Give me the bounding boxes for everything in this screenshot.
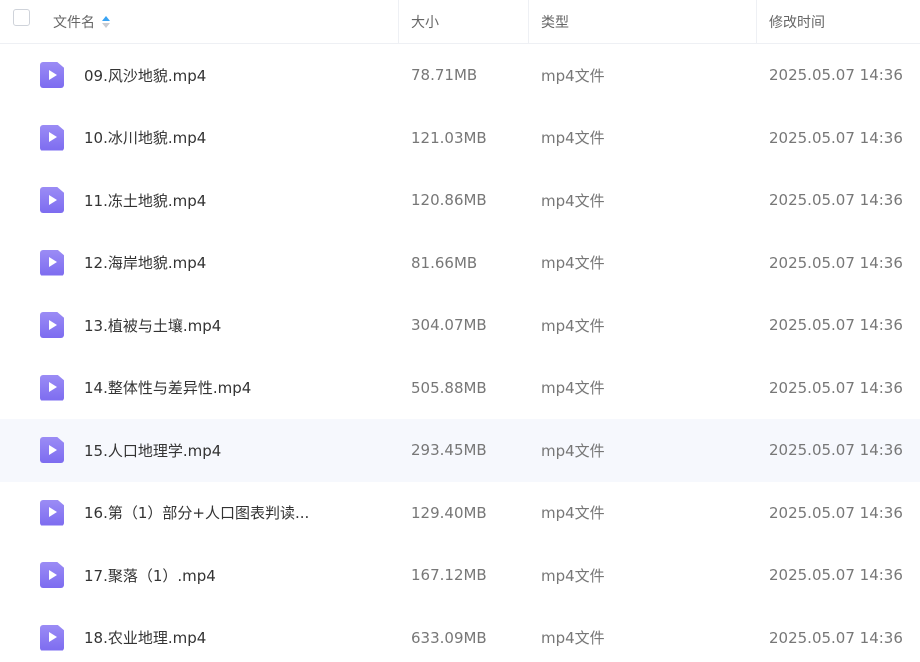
file-name[interactable]: 18.农业地理.mp4: [84, 607, 206, 662]
column-name-label: 文件名: [53, 14, 95, 31]
column-modified-label: 修改时间: [769, 14, 825, 31]
file-type: mp4文件: [541, 504, 605, 523]
file-name[interactable]: 12.海岸地貌.mp4: [84, 232, 206, 295]
file-modified: 2025.05.07 14:36: [769, 566, 903, 585]
file-modified: 2025.05.07 14:36: [769, 316, 903, 335]
table-row[interactable]: 14.整体性与差异性.mp4 505.88MB mp4文件 2025.05.07…: [0, 357, 920, 420]
file-rows: 09.风沙地貌.mp4 78.71MB mp4文件 2025.05.07 14:…: [0, 44, 920, 662]
video-file-icon: [40, 124, 64, 151]
file-name[interactable]: 14.整体性与差异性.mp4: [84, 357, 251, 420]
file-modified: 2025.05.07 14:36: [769, 253, 903, 272]
file-type: mp4文件: [541, 316, 605, 335]
video-file-icon: [40, 437, 64, 463]
table-row[interactable]: 10.冰川地貌.mp4 121.03MB mp4文件 2025.05.07 14…: [0, 107, 920, 170]
file-size: 129.40MB: [411, 503, 487, 522]
column-size-label: 大小: [411, 14, 439, 31]
column-divider[interactable]: [398, 0, 399, 43]
file-type: mp4文件: [541, 254, 605, 273]
file-size: 505.88MB: [411, 378, 487, 397]
column-header-size[interactable]: 大小: [411, 0, 439, 43]
video-file-icon: [40, 62, 64, 88]
column-header-modified[interactable]: 修改时间: [769, 0, 825, 43]
column-header-name[interactable]: 文件名: [53, 0, 110, 43]
video-file-icon: [40, 624, 64, 651]
column-header-type[interactable]: 类型: [541, 0, 569, 43]
file-size: 81.66MB: [411, 253, 478, 272]
column-divider[interactable]: [756, 0, 757, 43]
file-name[interactable]: 09.风沙地貌.mp4: [84, 44, 206, 107]
file-name[interactable]: 11.冻土地貌.mp4: [84, 169, 206, 232]
column-type-label: 类型: [541, 14, 569, 31]
table-header: 文件名 大小 类型 修改时间: [0, 0, 920, 44]
file-list-table: 文件名 大小 类型 修改时间 09.风沙地貌.mp4 78.71MB mp4文件…: [0, 0, 920, 662]
file-size: 304.07MB: [411, 316, 487, 335]
file-modified: 2025.05.07 14:36: [769, 66, 903, 85]
file-name[interactable]: 10.冰川地貌.mp4: [84, 107, 206, 170]
file-modified: 2025.05.07 14:36: [769, 191, 903, 210]
file-size: 78.71MB: [411, 66, 478, 85]
table-row[interactable]: 18.农业地理.mp4 633.09MB mp4文件 2025.05.07 14…: [0, 607, 920, 662]
file-name[interactable]: 16.第（1）部分+人口图表判读...: [84, 482, 309, 545]
file-type: mp4文件: [541, 191, 605, 210]
file-size: 293.45MB: [411, 441, 487, 460]
file-modified: 2025.05.07 14:36: [769, 628, 903, 647]
file-size: 120.86MB: [411, 191, 487, 210]
video-file-icon: [40, 562, 64, 588]
video-file-icon: [40, 374, 64, 401]
table-row[interactable]: 15.人口地理学.mp4 293.45MB mp4文件 2025.05.07 1…: [0, 419, 920, 482]
video-file-icon: [40, 249, 64, 276]
file-modified: 2025.05.07 14:36: [769, 441, 903, 460]
table-row[interactable]: 12.海岸地貌.mp4 81.66MB mp4文件 2025.05.07 14:…: [0, 232, 920, 295]
table-row[interactable]: 17.聚落（1）.mp4 167.12MB mp4文件 2025.05.07 1…: [0, 544, 920, 607]
video-file-icon: [40, 312, 64, 338]
file-type: mp4文件: [541, 129, 605, 148]
file-name[interactable]: 13.植被与土壤.mp4: [84, 294, 221, 357]
file-type: mp4文件: [541, 66, 605, 85]
file-name[interactable]: 17.聚落（1）.mp4: [84, 544, 216, 607]
table-row[interactable]: 11.冻土地貌.mp4 120.86MB mp4文件 2025.05.07 14…: [0, 169, 920, 232]
file-type: mp4文件: [541, 441, 605, 460]
file-name[interactable]: 15.人口地理学.mp4: [84, 419, 221, 482]
column-divider[interactable]: [528, 0, 529, 43]
file-modified: 2025.05.07 14:36: [769, 378, 903, 397]
table-row[interactable]: 13.植被与土壤.mp4 304.07MB mp4文件 2025.05.07 1…: [0, 294, 920, 357]
sort-icon[interactable]: [102, 15, 110, 28]
select-all-checkbox[interactable]: [13, 9, 30, 26]
file-size: 167.12MB: [411, 566, 487, 585]
video-file-icon: [40, 187, 64, 213]
file-type: mp4文件: [541, 566, 605, 585]
file-size: 633.09MB: [411, 628, 487, 647]
file-size: 121.03MB: [411, 128, 487, 147]
file-type: mp4文件: [541, 379, 605, 398]
video-file-icon: [40, 499, 64, 526]
table-row[interactable]: 09.风沙地貌.mp4 78.71MB mp4文件 2025.05.07 14:…: [0, 44, 920, 107]
file-modified: 2025.05.07 14:36: [769, 128, 903, 147]
file-modified: 2025.05.07 14:36: [769, 503, 903, 522]
table-row[interactable]: 16.第（1）部分+人口图表判读... 129.40MB mp4文件 2025.…: [0, 482, 920, 545]
file-type: mp4文件: [541, 629, 605, 648]
